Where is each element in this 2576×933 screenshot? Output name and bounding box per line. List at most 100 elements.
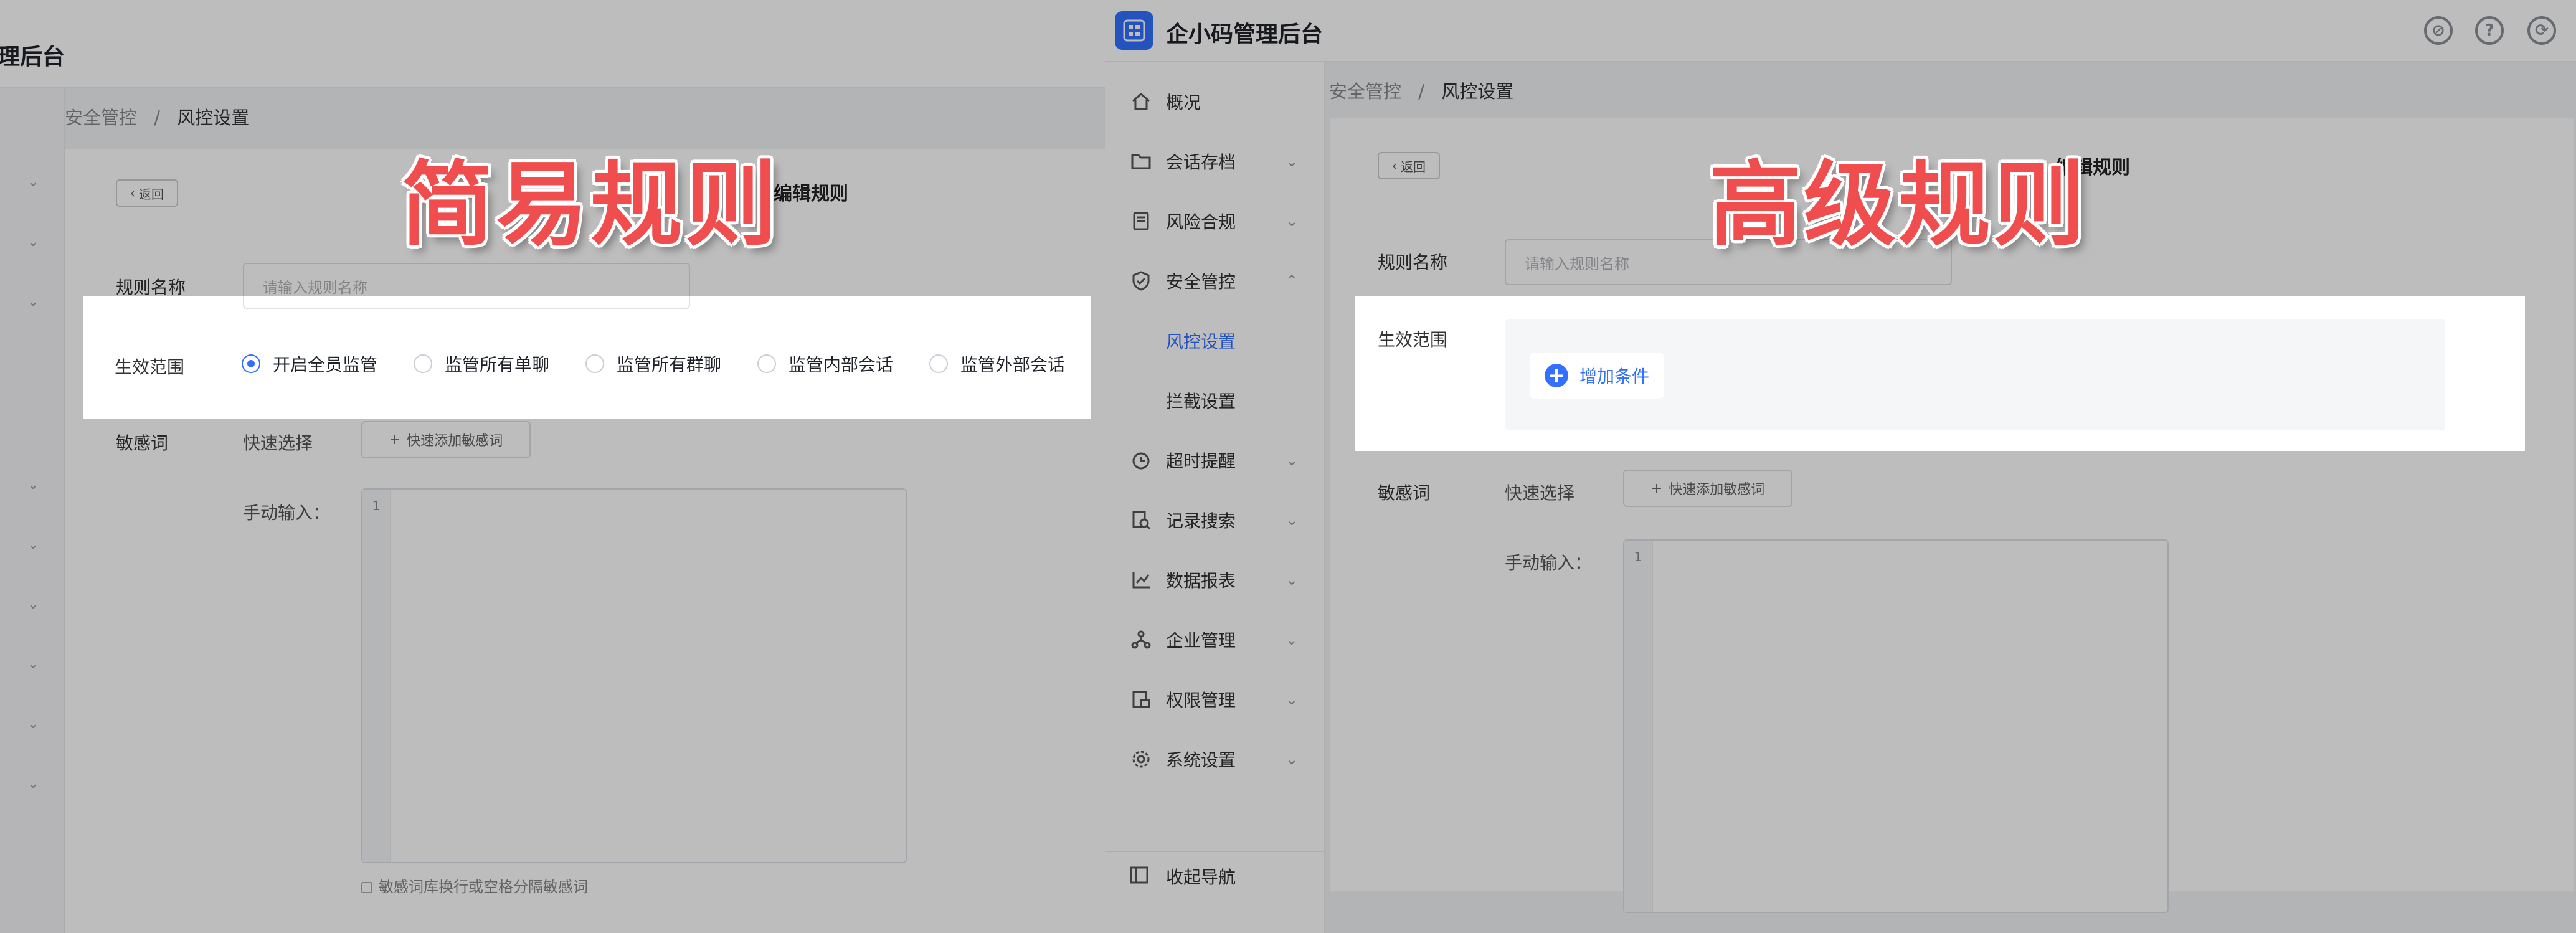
chevron-down-icon: ⌄ bbox=[1286, 751, 1299, 768]
chevron-down-icon[interactable]: ⌄ bbox=[27, 598, 39, 612]
rule-name-placeholder: 请输入规则名称 bbox=[263, 278, 367, 296]
sidebar-item-timeout[interactable]: 超时提醒 ⌄ bbox=[1105, 432, 1325, 488]
back-button[interactable]: ‹ 返回 bbox=[1378, 152, 1440, 179]
breadcrumb-current: 风控设置 bbox=[177, 107, 250, 128]
plus-circle-icon: + bbox=[1544, 364, 1568, 387]
line-gutter: 1 bbox=[362, 490, 391, 862]
rule-name-label: 规则名称 bbox=[1378, 252, 1448, 273]
sidebar-item-risk-settings[interactable]: 风控设置 bbox=[1105, 313, 1325, 369]
back-label: 返回 bbox=[139, 186, 164, 202]
radio-label: 监管所有单聊 bbox=[445, 354, 550, 375]
radio-all-staff[interactable]: 开启全员监管 bbox=[242, 351, 377, 376]
chevron-down-icon: ⌄ bbox=[1286, 511, 1299, 529]
breadcrumb: 安全管控 / 风控设置 bbox=[1329, 77, 1513, 103]
chevron-left-icon: ‹ bbox=[130, 186, 135, 201]
scope-row-advanced: 生效范围 + 增加条件 bbox=[1355, 296, 2525, 451]
scope-row-simple: 生效范围 开启全员监管 监管所有单聊 监管所有群聊 监管内部会话 监管外部会话 bbox=[83, 324, 1091, 419]
rule-name-input[interactable]: 请输入规则名称 bbox=[243, 263, 690, 309]
chevron-down-icon[interactable]: ⌄ bbox=[27, 295, 39, 309]
refresh-icon[interactable]: ⟳ bbox=[2527, 16, 2556, 45]
sidebar-item-system-settings[interactable]: 系统设置 ⌄ bbox=[1105, 731, 1325, 787]
chevron-down-icon[interactable]: ⌄ bbox=[27, 777, 39, 791]
condition-area: + 增加条件 bbox=[1505, 319, 2445, 430]
chevron-left-icon: ‹ bbox=[1392, 158, 1397, 173]
app-title: 理后台 bbox=[0, 44, 65, 70]
banner-simple-rule: 简易规则 bbox=[401, 151, 780, 258]
hint-label: 敏感词库换行或空格分隔敏感词 bbox=[379, 878, 588, 896]
breadcrumb-parent[interactable]: 安全管控 bbox=[65, 107, 137, 128]
sensitive-words-textarea[interactable]: 1 bbox=[1623, 539, 2169, 913]
collapse-icon bbox=[1129, 864, 1150, 888]
sidebar-item-permissions[interactable]: 权限管理 ⌄ bbox=[1105, 671, 1325, 727]
radio-label: 监管所有群聊 bbox=[617, 354, 722, 375]
radio-selected-icon bbox=[242, 354, 260, 373]
chevron-down-icon: ⌄ bbox=[1286, 153, 1299, 170]
quick-add-sensitive-button[interactable]: + 快速添加敏感词 bbox=[1623, 470, 1792, 507]
quick-add-label: 快速添加敏感词 bbox=[407, 433, 503, 449]
quick-select-label: 快速选择 bbox=[243, 433, 313, 453]
sidebar-item-security[interactable]: 安全管控 ⌃ bbox=[1105, 253, 1325, 309]
manual-input-label: 手动输入： bbox=[1505, 552, 1593, 573]
sidebar-item-chat-archive[interactable]: 会话存档 ⌄ bbox=[1105, 133, 1325, 189]
sidebar-item-label: 权限管理 bbox=[1166, 690, 1236, 711]
sidebar-item-label: 会话存档 bbox=[1166, 152, 1236, 173]
home-icon bbox=[1129, 89, 1153, 114]
sidebar-item-label: 概况 bbox=[1166, 92, 1201, 113]
chevron-down-icon: ⌄ bbox=[1286, 452, 1299, 469]
search-doc-icon bbox=[1129, 508, 1153, 533]
sidebar-item-record-search[interactable]: 记录搜索 ⌄ bbox=[1105, 492, 1325, 548]
quick-add-label: 快速添加敏感词 bbox=[1669, 482, 1765, 498]
sidebar-item-reports[interactable]: 数据报表 ⌄ bbox=[1105, 552, 1325, 608]
radio-internal-chats[interactable]: 监管内部会话 bbox=[757, 351, 893, 376]
radio-icon bbox=[414, 354, 432, 373]
sidebar-item-label: 风险合规 bbox=[1166, 212, 1236, 232]
sidebar-item-label: 数据报表 bbox=[1166, 571, 1236, 591]
page-title: 编辑规则 bbox=[774, 183, 848, 205]
radio-external-chats[interactable]: 监管外部会话 bbox=[929, 351, 1065, 376]
app-header: 企小码管理后台 ⊘ ? ⟳ bbox=[1105, 0, 2576, 62]
help-icon[interactable]: ? bbox=[2475, 16, 2504, 45]
back-button[interactable]: ‹ 返回 bbox=[116, 179, 178, 207]
sidebar-item-compliance[interactable]: 风险合规 ⌄ bbox=[1105, 193, 1325, 249]
screenshot-root: 理后台 ⌄ ⌄ ⌄ ⌄ ⌄ ⌄ ⌄ ⌄ ⌄ 安全管控 / 风控设置 ‹ 返回 编辑… bbox=[0, 0, 2576, 933]
quick-add-sensitive-button[interactable]: + 快速添加敏感词 bbox=[361, 421, 531, 458]
radio-all-group-chats[interactable]: 监管所有群聊 bbox=[585, 351, 721, 376]
shield-icon bbox=[1129, 268, 1153, 293]
chevron-down-icon[interactable]: ⌄ bbox=[27, 718, 39, 731]
sensitive-label: 敏感词 bbox=[1378, 483, 1431, 503]
add-condition-button[interactable]: + 增加条件 bbox=[1530, 353, 1664, 399]
chevron-down-icon[interactable]: ⌄ bbox=[27, 235, 39, 249]
sidebar-item-org[interactable]: 企业管理 ⌄ bbox=[1105, 612, 1325, 668]
manual-input-label: 手动输入： bbox=[243, 503, 331, 523]
breadcrumb-parent[interactable]: 安全管控 bbox=[1329, 81, 1401, 102]
chevron-down-icon: ⌄ bbox=[1286, 631, 1299, 648]
radio-all-private-chats[interactable]: 监管所有单聊 bbox=[414, 351, 549, 376]
chevron-down-icon: ⌄ bbox=[1286, 691, 1299, 708]
sidebar: 概况 会话存档 ⌄ 风险合规 ⌄ 安全管控 ⌃ 风控设置 拦截设置 超时提醒 ⌄… bbox=[1105, 62, 1325, 933]
book-icon bbox=[1129, 209, 1153, 234]
compass-icon[interactable]: ⊘ bbox=[2424, 16, 2453, 45]
line-gutter: 1 bbox=[1624, 541, 1653, 912]
sensitive-label: 敏感词 bbox=[116, 433, 169, 453]
checkbox[interactable] bbox=[361, 882, 372, 893]
collapse-nav-button[interactable]: 收起导航 bbox=[1105, 851, 1325, 901]
collapse-label: 收起导航 bbox=[1166, 867, 1236, 888]
chevron-down-icon[interactable]: ⌄ bbox=[27, 658, 39, 671]
sidebar-item-label: 企业管理 bbox=[1166, 630, 1236, 651]
sidebar-item-intercept-settings[interactable]: 拦截设置 bbox=[1105, 372, 1325, 429]
banner-advanced-rule: 高级规则 bbox=[1709, 151, 2088, 258]
chevron-down-icon[interactable]: ⌄ bbox=[27, 478, 39, 492]
sensitive-words-textarea[interactable]: 1 bbox=[361, 488, 907, 863]
chevron-down-icon[interactable]: ⌄ bbox=[27, 538, 39, 552]
radio-icon bbox=[757, 354, 776, 373]
chevron-down-icon: ⌄ bbox=[1286, 571, 1299, 589]
scope-label: 生效范围 bbox=[115, 357, 185, 377]
chart-icon bbox=[1129, 567, 1153, 592]
scope-label: 生效范围 bbox=[1378, 329, 1448, 350]
sidebar-item-label: 系统设置 bbox=[1166, 750, 1236, 770]
chevron-down-icon[interactable]: ⌄ bbox=[27, 176, 39, 189]
breadcrumb-current: 风控设置 bbox=[1441, 81, 1514, 102]
gear-icon bbox=[1129, 747, 1153, 772]
sidebar-item-label: 超时提醒 bbox=[1166, 451, 1236, 471]
sidebar-item-overview[interactable]: 概况 bbox=[1105, 73, 1325, 130]
